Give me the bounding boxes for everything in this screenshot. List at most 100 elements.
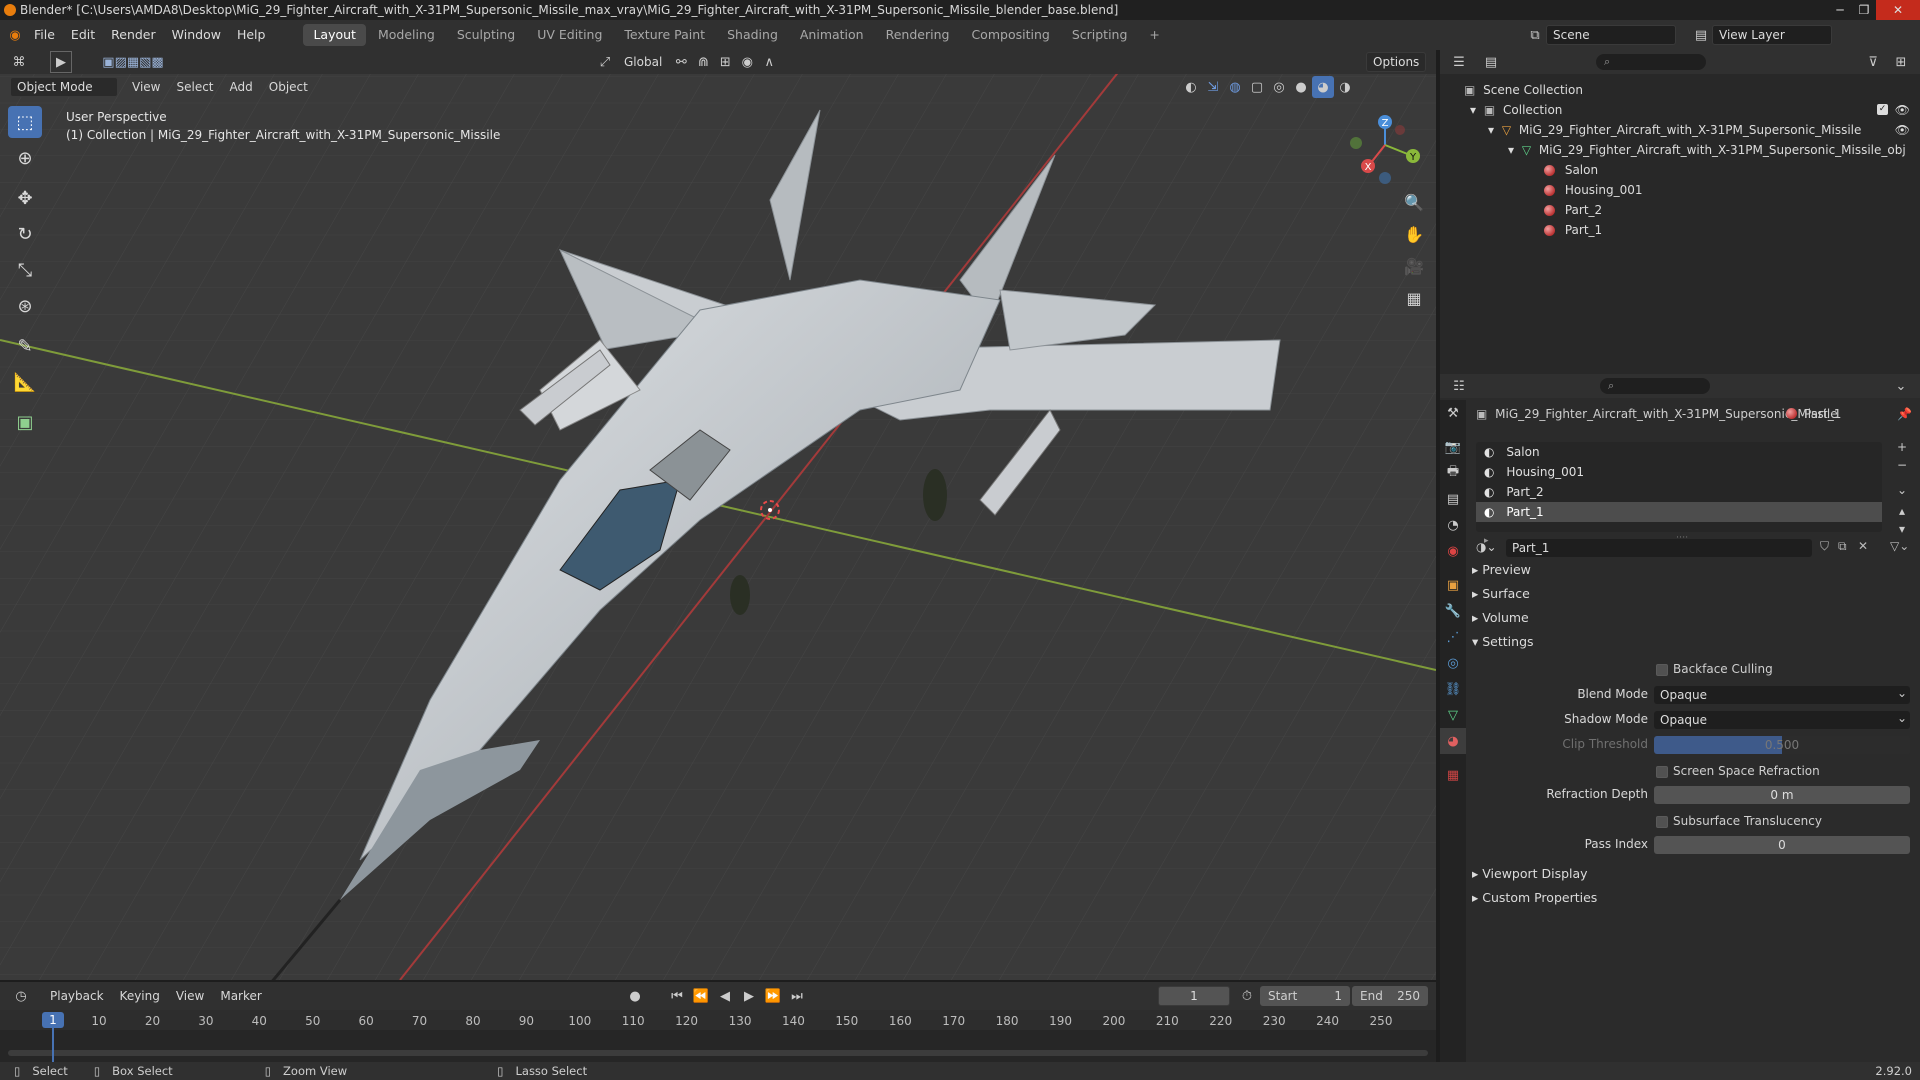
outliner-mesh[interactable]: ▾ ▽ MiG_29_Fighter_Aircraft_with_X-31PM_… xyxy=(1440,140,1920,160)
camera-view-icon[interactable]: 🎥 xyxy=(1402,254,1426,278)
expand-arrow-icon[interactable]: ▾ xyxy=(1470,103,1476,117)
physics-tab-icon[interactable]: ◎ xyxy=(1440,650,1466,676)
jump-keyframe-back-icon[interactable]: ⏪ xyxy=(690,985,712,1007)
playhead-marker[interactable]: 1 xyxy=(42,1012,64,1028)
jump-start-icon[interactable]: ⏮ xyxy=(666,985,688,1007)
section-viewport-display[interactable]: ▸ Viewport Display xyxy=(1472,866,1588,881)
transform-orientation-dropdown[interactable]: Global xyxy=(616,51,670,73)
material-tab-icon[interactable]: ◕ xyxy=(1440,728,1466,754)
outliner-material-item[interactable]: Part_1 xyxy=(1440,220,1920,240)
world-tab-icon[interactable]: ◉ xyxy=(1440,538,1466,564)
zoom-icon[interactable]: 🔍 xyxy=(1402,190,1426,214)
minimize-button[interactable]: ─ xyxy=(1828,0,1852,20)
scale-tool-icon[interactable]: ⤡ xyxy=(8,254,42,286)
material-slot[interactable]: ◐ Housing_001 xyxy=(1476,462,1882,482)
tab-shading[interactable]: Shading xyxy=(717,24,788,46)
tab-layout[interactable]: Layout xyxy=(303,24,366,46)
properties-options-icon[interactable]: ⌄ xyxy=(1890,375,1912,397)
timeline-scrollbar[interactable] xyxy=(8,1050,1428,1056)
visibility-icon[interactable]: ◐ xyxy=(1180,76,1202,98)
view-layer-selector[interactable]: View Layer xyxy=(1712,25,1832,45)
measure-tool-icon[interactable]: 📐 xyxy=(8,366,42,398)
current-frame-field[interactable]: 1 xyxy=(1158,986,1230,1006)
clip-threshold-slider[interactable]: 0.500 xyxy=(1654,736,1910,754)
data-tab-icon[interactable]: ▽ xyxy=(1440,702,1466,728)
transform-tool-icon[interactable]: ⊛ xyxy=(8,290,42,322)
timeline-view-menu[interactable]: View xyxy=(168,985,212,1007)
outliner-object[interactable]: ▾ ▽ MiG_29_Fighter_Aircraft_with_X-31PM_… xyxy=(1440,120,1920,140)
end-frame-field[interactable]: End 250 xyxy=(1352,986,1428,1006)
select-tool-icon[interactable]: ▶ xyxy=(50,51,72,73)
material-name-field[interactable]: Part_1 xyxy=(1506,539,1812,557)
filter-icon[interactable]: ⊽ xyxy=(1862,51,1884,73)
outliner-material-item[interactable]: Housing_001 xyxy=(1440,180,1920,200)
menu-add[interactable]: Add xyxy=(222,76,261,98)
xray-icon[interactable]: ▢ xyxy=(1246,76,1268,98)
outliner-editor-icon[interactable]: ☰ xyxy=(1448,51,1470,73)
editor-type-icon[interactable]: ⌘ xyxy=(8,51,30,73)
expand-arrow-icon[interactable]: ▾ xyxy=(1508,143,1514,157)
backface-culling-checkbox[interactable] xyxy=(1656,664,1668,676)
timeline-editor-icon[interactable]: ◷ xyxy=(10,985,32,1007)
outliner-material-item[interactable]: Part_2 xyxy=(1440,200,1920,220)
blend-mode-dropdown[interactable]: Opaque xyxy=(1654,686,1910,704)
menu-render[interactable]: Render xyxy=(103,20,164,50)
menu-help[interactable]: Help xyxy=(229,20,274,50)
object-visibility-icon[interactable]: 👁 xyxy=(1895,120,1910,140)
snap-target-icon[interactable]: ⊞ xyxy=(714,51,736,73)
slot-specials-icon[interactable]: ⌄ xyxy=(1892,476,1912,504)
ortho-grid-icon[interactable]: ▦ xyxy=(1402,286,1426,310)
material-slot-selected[interactable]: ◐ Part_1 xyxy=(1476,502,1882,522)
pivot-point-icon[interactable]: ⚯ xyxy=(670,51,692,73)
record-icon[interactable]: ● xyxy=(624,985,646,1007)
expand-arrow-icon[interactable]: ▾ xyxy=(1488,123,1494,137)
menu-object[interactable]: Object xyxy=(261,76,316,98)
outliner-collection[interactable]: ▾ ▣ Collection ✓ 👁 xyxy=(1440,100,1920,120)
proportional-editing-icon[interactable]: ◉ xyxy=(736,51,758,73)
jump-end-icon[interactable]: ⏭ xyxy=(786,985,808,1007)
properties-search-field[interactable]: ⌕ xyxy=(1600,378,1710,394)
play-icon[interactable]: ▶ xyxy=(738,985,760,1007)
remove-slot-button[interactable]: − xyxy=(1892,458,1912,476)
material-slot[interactable]: ◐ Part_2 xyxy=(1476,482,1882,502)
section-surface[interactable]: ▸ Surface xyxy=(1472,586,1530,601)
preview-range-icon[interactable]: ⏱ xyxy=(1236,985,1258,1007)
gizmo-toggle-icon[interactable]: ⇲ xyxy=(1202,76,1224,98)
wireframe-shading-icon[interactable]: ◎ xyxy=(1268,76,1290,98)
section-settings[interactable]: ▾ Settings xyxy=(1472,634,1534,649)
section-volume[interactable]: ▸ Volume xyxy=(1472,610,1529,625)
outliner-scene-collection[interactable]: ▣ Scene Collection xyxy=(1440,80,1920,100)
rendered-shading-icon[interactable]: ◑ xyxy=(1334,76,1356,98)
jump-keyframe-forward-icon[interactable]: ⏩ xyxy=(762,985,784,1007)
render-tab-icon[interactable]: 📷 xyxy=(1440,434,1466,460)
add-cube-tool-icon[interactable]: ▣ xyxy=(8,406,42,438)
tab-animation[interactable]: Animation xyxy=(790,24,874,46)
move-tool-icon[interactable]: ✥ xyxy=(8,182,42,214)
material-link-icon[interactable]: ▽⌄ xyxy=(1890,539,1909,553)
3d-viewport[interactable]: Z Y X xyxy=(0,50,1436,980)
pin-icon[interactable]: 📌 xyxy=(1897,404,1912,424)
section-preview[interactable]: ▸ Preview xyxy=(1472,562,1531,577)
cursor-tool-icon[interactable]: ⊕ xyxy=(8,142,42,174)
transform-orientation-icon[interactable]: ⤢ xyxy=(594,51,616,73)
output-tab-icon[interactable]: 🖶 xyxy=(1440,460,1466,486)
scene-icon[interactable]: ⧉ xyxy=(1524,24,1546,46)
annotate-tool-icon[interactable]: ✎ xyxy=(8,330,42,362)
menu-file[interactable]: File xyxy=(26,20,63,50)
properties-editor-icon[interactable]: ☷ xyxy=(1448,375,1470,397)
constraints-tab-icon[interactable]: ⛓ xyxy=(1440,676,1466,702)
fake-user-icon[interactable]: ⛉ xyxy=(1820,539,1829,554)
falloff-icon[interactable]: ∧ xyxy=(758,51,780,73)
texture-tab-icon[interactable]: ▦ xyxy=(1440,762,1466,788)
new-collection-icon[interactable]: ⊞ xyxy=(1890,51,1912,73)
tool-tab-icon[interactable]: ⚒ xyxy=(1440,400,1466,426)
options-dropdown[interactable]: Options xyxy=(1366,52,1427,72)
play-reverse-icon[interactable]: ◀ xyxy=(714,985,736,1007)
marker-menu[interactable]: Marker xyxy=(212,985,269,1007)
add-slot-button[interactable]: + xyxy=(1892,440,1912,458)
tab-scripting[interactable]: Scripting xyxy=(1062,24,1138,46)
shadow-mode-dropdown[interactable]: Opaque xyxy=(1654,711,1910,729)
blender-menu-icon[interactable]: ◉ xyxy=(4,24,26,46)
tab-rendering[interactable]: Rendering xyxy=(876,24,960,46)
overlays-icon[interactable]: ◍ xyxy=(1224,76,1246,98)
